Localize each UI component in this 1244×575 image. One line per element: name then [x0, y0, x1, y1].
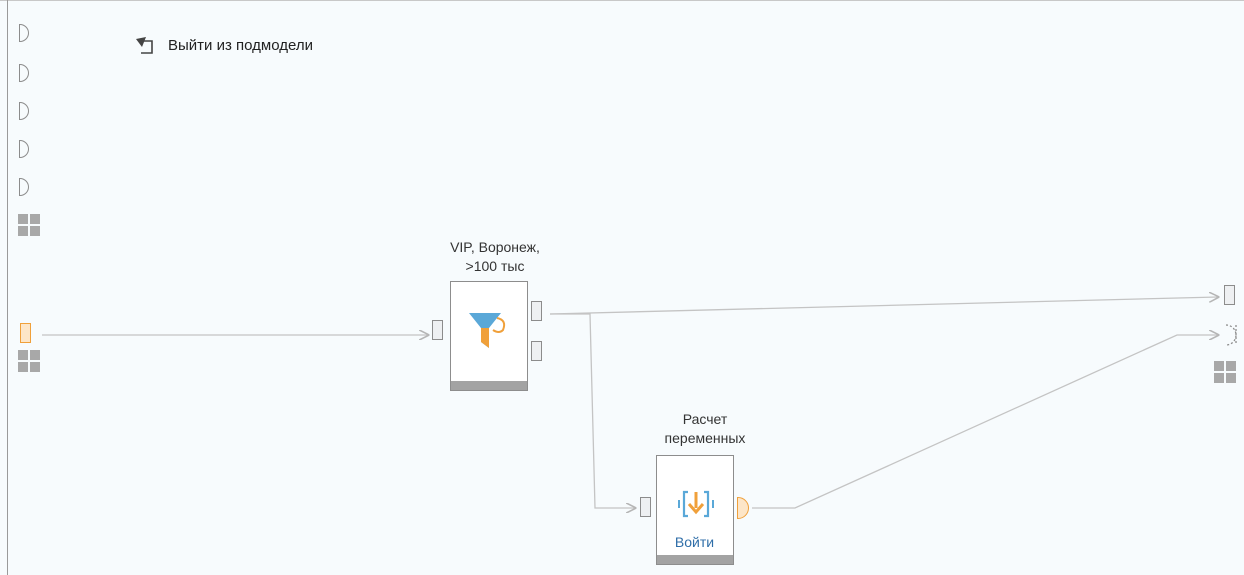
output-port-2[interactable]	[1222, 323, 1238, 347]
output-ports-grid-icon[interactable]	[1214, 361, 1236, 383]
filter-output-port-1[interactable]	[531, 301, 542, 321]
filter-node[interactable]	[450, 281, 528, 391]
filter-node-status-bar	[451, 381, 527, 390]
filter-input-port[interactable]	[432, 320, 443, 340]
submodel-enter-icon	[678, 490, 714, 518]
calc-node-status-bar	[657, 555, 733, 564]
enter-submodel-button[interactable]: Войти	[657, 534, 732, 550]
exit-submodel-button[interactable]: Выйти из подмодели	[132, 33, 313, 57]
calc-node-title-line2: переменных	[664, 430, 746, 446]
input-ports-grid-icon-2[interactable]	[18, 350, 40, 372]
exit-submodel-label: Выйти из подмодели	[168, 36, 313, 54]
filter-node-title-line1: VIP, Воронеж,	[450, 239, 540, 255]
calc-node[interactable]: Войти	[656, 455, 734, 565]
connections-layer	[42, 0, 1244, 575]
output-port-1[interactable]	[1224, 285, 1235, 305]
link-filter-to-output[interactable]	[549, 297, 1218, 315]
calc-node-title: Расчет переменных	[630, 410, 780, 448]
filter-output-port-2[interactable]	[531, 341, 542, 361]
input-ports-grid-icon[interactable]	[18, 214, 40, 236]
link-calc-to-output[interactable]	[752, 335, 1218, 509]
filter-node-title-line2: >100 тыс	[465, 258, 525, 274]
calc-node-title-line1: Расчет	[682, 411, 728, 427]
link-filter-to-calc[interactable]	[550, 313, 635, 508]
calc-input-port[interactable]	[640, 497, 651, 517]
filter-funnel-icon	[469, 313, 506, 348]
input-port-active[interactable]	[20, 323, 31, 343]
exit-arrow-icon	[136, 37, 153, 54]
filter-node-title: VIP, Воронеж, >100 тыс	[415, 238, 575, 276]
